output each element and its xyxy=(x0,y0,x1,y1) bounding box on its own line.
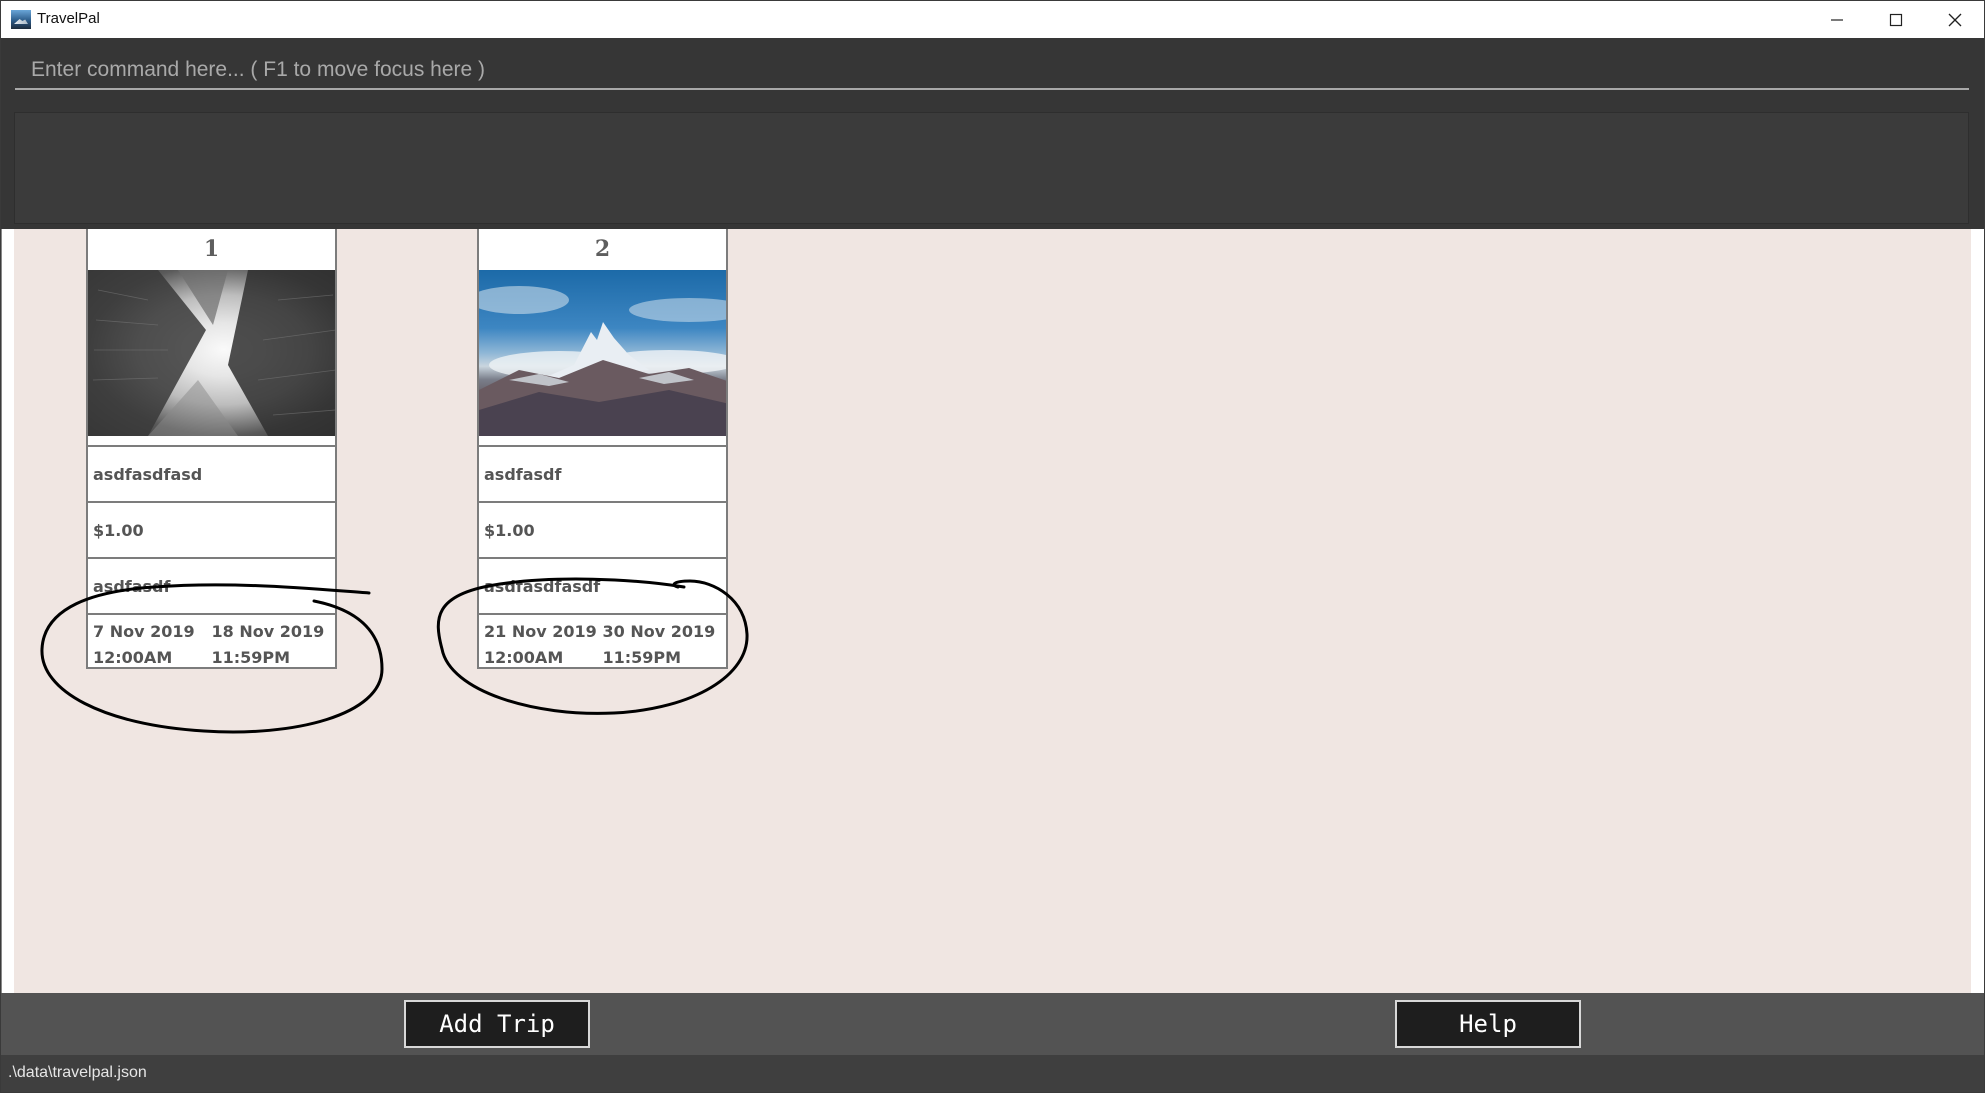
left-gutter xyxy=(1,229,14,993)
trip-index: 1 xyxy=(203,236,220,262)
trip-start: 21 Nov 2019 12:00AM xyxy=(484,619,603,671)
app-window: TravelPal 1 xyxy=(0,0,1985,1093)
start-time: 12:00AM xyxy=(93,648,173,667)
trip-start: 7 Nov 2019 12:00AM xyxy=(93,619,212,671)
command-input[interactable] xyxy=(15,52,1969,90)
trip-dates: 7 Nov 2019 12:00AM 18 Nov 2019 11:59PM xyxy=(88,615,335,671)
trip-end: 30 Nov 2019 11:59PM xyxy=(603,619,722,671)
trip-index: 2 xyxy=(594,236,611,262)
trip-end: 18 Nov 2019 11:59PM xyxy=(212,619,331,671)
trip-list[interactable]: 1 asdfasdfasd $1.00 asdfasdf 7 Nov 2019 … xyxy=(14,229,1971,993)
trip-budget: $1.00 xyxy=(88,503,335,559)
trip-destination: asdfasdfasdf xyxy=(479,559,726,615)
trip-budget: $1.00 xyxy=(479,503,726,559)
maximize-icon[interactable] xyxy=(1867,1,1925,38)
result-display-container xyxy=(1,104,1984,229)
window-title: TravelPal xyxy=(37,10,100,27)
end-time: 11:59PM xyxy=(602,648,682,667)
add-trip-button[interactable]: Add Trip xyxy=(404,1000,590,1048)
trip-name: asdfasdfasd xyxy=(88,447,335,503)
trip-image xyxy=(88,270,335,436)
command-box xyxy=(1,38,1984,104)
trip-name: asdfasdf xyxy=(479,447,726,503)
result-display xyxy=(14,112,1969,224)
minimize-icon[interactable] xyxy=(1808,1,1866,38)
trip-destination: asdfasdf xyxy=(88,559,335,615)
title-bar: TravelPal xyxy=(1,1,1984,38)
close-icon[interactable] xyxy=(1926,1,1984,38)
help-button[interactable]: Help xyxy=(1395,1000,1581,1048)
end-date: 18 Nov 2019 xyxy=(211,622,325,641)
trip-card[interactable]: 1 asdfasdfasd $1.00 asdfasdf 7 Nov 2019 … xyxy=(86,229,337,669)
trip-dates: 21 Nov 2019 12:00AM 30 Nov 2019 11:59PM xyxy=(479,615,726,671)
start-date: 7 Nov 2019 xyxy=(93,622,195,641)
app-logo-icon xyxy=(11,10,31,29)
end-time: 11:59PM xyxy=(211,648,291,667)
save-file-path: .\data\travelpal.json xyxy=(8,1064,147,1081)
trip-card[interactable]: 2 asdfasdf $1.00 asdfasdfasdf 21 Nov 201… xyxy=(477,229,728,669)
status-bar: .\data\travelpal.json xyxy=(1,1055,1984,1092)
right-gutter xyxy=(1971,229,1984,993)
trip-image xyxy=(479,270,726,436)
bottom-toolbar: Add Trip Help xyxy=(1,993,1984,1055)
end-date: 30 Nov 2019 xyxy=(602,622,716,641)
start-time: 12:00AM xyxy=(484,648,564,667)
start-date: 21 Nov 2019 xyxy=(484,622,597,641)
